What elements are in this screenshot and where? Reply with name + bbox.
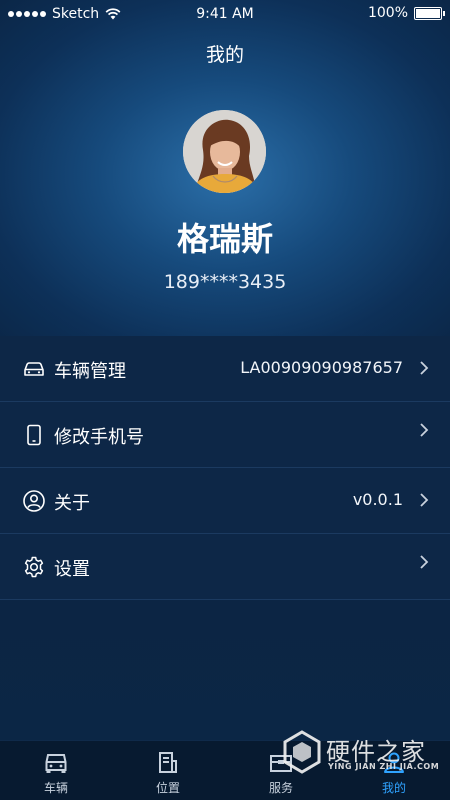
car-icon bbox=[24, 362, 44, 376]
battery-percent: 100% bbox=[367, 5, 408, 21]
chevron-right-icon bbox=[420, 493, 429, 507]
chevron-right-icon bbox=[420, 555, 429, 569]
avatar-photo bbox=[183, 110, 266, 193]
content-spacer bbox=[0, 600, 450, 740]
tab-label: 我的 bbox=[381, 781, 406, 795]
menu-item-vehicle-management[interactable]: 车辆管理 LA00909090987657 bbox=[0, 336, 450, 402]
vehicle-vin: LA00909090987657 bbox=[240, 358, 403, 377]
app-version: v0.0.1 bbox=[352, 490, 403, 509]
profile-phone: 189****3435 bbox=[163, 271, 287, 293]
menu-item-label: 修改手机号 bbox=[54, 427, 144, 448]
profile-header: Sketch 9:41 AM 100% 我的 格瑞斯 189****3435 bbox=[0, 0, 450, 336]
tab-vehicle[interactable]: 车辆 bbox=[0, 741, 112, 800]
settings-menu: 车辆管理 LA00909090987657 修改手机号 关于 v0.0.1 设置 bbox=[0, 336, 450, 600]
chevron-right-icon bbox=[420, 423, 429, 437]
tab-label: 服务 bbox=[268, 781, 293, 795]
tab-location[interactable]: 位置 bbox=[112, 741, 224, 800]
gear-icon bbox=[24, 556, 44, 578]
user-circle-icon bbox=[23, 490, 45, 512]
page-title: 我的 bbox=[205, 44, 244, 66]
menu-item-label: 车辆管理 bbox=[54, 361, 126, 382]
screen: Sketch 9:41 AM 100% 我的 格瑞斯 189****3435 车… bbox=[0, 0, 450, 800]
car-front-icon bbox=[45, 754, 67, 773]
status-right: 100% bbox=[367, 5, 445, 21]
watermark-logo-icon bbox=[283, 730, 321, 774]
menu-item-about[interactable]: 关于 v0.0.1 bbox=[0, 468, 450, 534]
phone-icon bbox=[27, 424, 41, 446]
chevron-right-icon bbox=[420, 361, 429, 375]
tab-label: 车辆 bbox=[43, 781, 68, 795]
tab-label: 位置 bbox=[155, 781, 180, 795]
profile-name: 格瑞斯 bbox=[176, 220, 273, 258]
menu-item-settings[interactable]: 设置 bbox=[0, 534, 450, 600]
watermark-subtext: YING JIAN ZHI JIA.COM bbox=[328, 762, 440, 771]
avatar[interactable] bbox=[183, 110, 266, 193]
battery-icon bbox=[414, 6, 445, 20]
status-bar: Sketch 9:41 AM 100% bbox=[0, 0, 450, 28]
menu-item-label: 设置 bbox=[54, 559, 90, 580]
menu-item-label: 关于 bbox=[54, 493, 90, 514]
menu-item-change-phone[interactable]: 修改手机号 bbox=[0, 402, 450, 468]
watermark: 硬件之家 YING JIAN ZHI JIA.COM bbox=[280, 728, 440, 776]
location-icon bbox=[159, 752, 177, 773]
